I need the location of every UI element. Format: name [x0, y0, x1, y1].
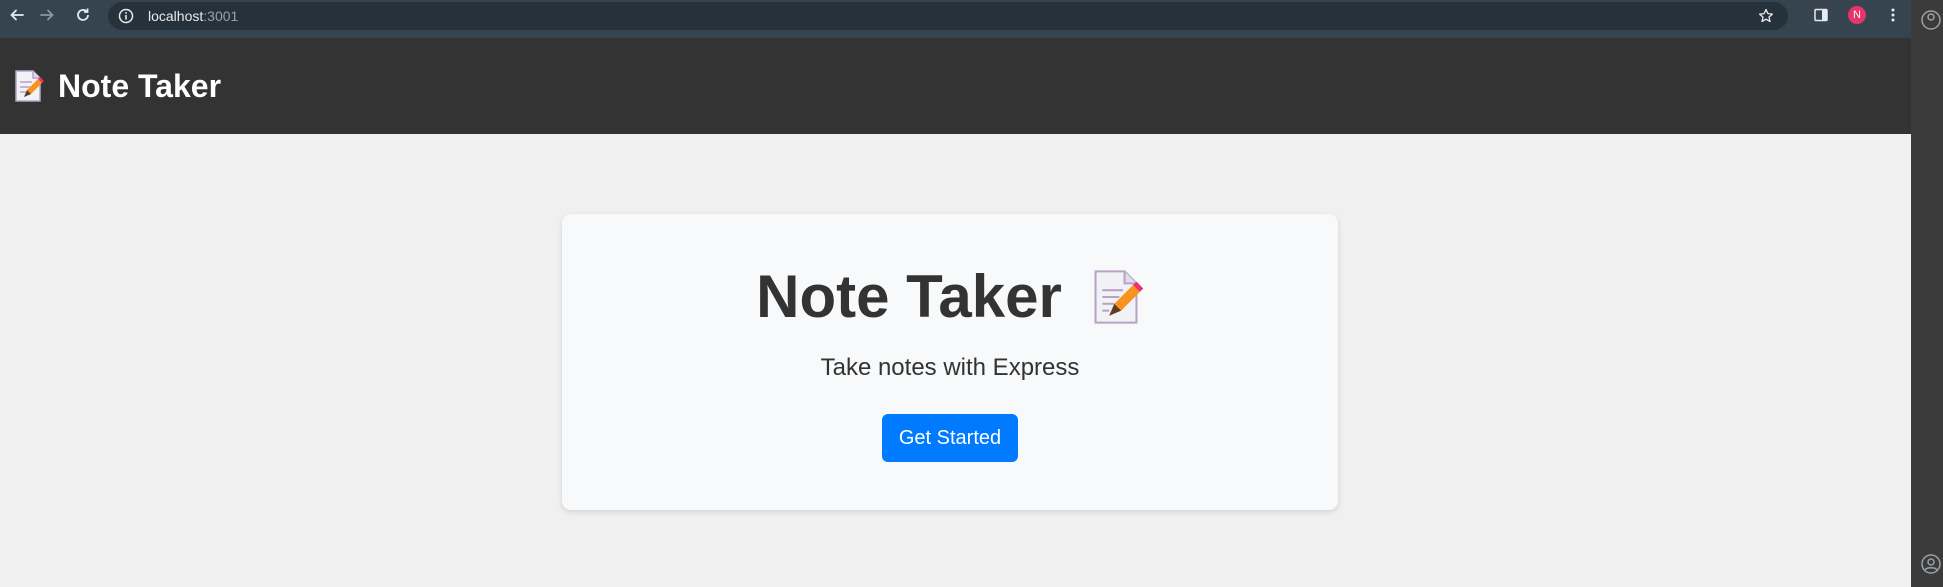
- arrow-left-icon: [10, 9, 24, 21]
- kebab-menu-icon: [1891, 8, 1895, 22]
- app-header: Note Taker: [0, 38, 1911, 134]
- side-panel-button[interactable]: [1803, 1, 1839, 29]
- avatar: N: [1848, 6, 1866, 24]
- app-title[interactable]: Note Taker: [58, 68, 221, 105]
- main-content: Note Taker Take notes with Express Get S…: [0, 134, 1911, 587]
- memo-icon: [15, 70, 44, 102]
- url-host: localhost: [148, 8, 204, 24]
- address-bar[interactable]: localhost:3001: [108, 2, 1788, 30]
- reload-icon: [77, 8, 89, 21]
- menu-button[interactable]: [1875, 1, 1911, 29]
- account-icon[interactable]: [1919, 552, 1943, 576]
- profile-button[interactable]: N: [1839, 1, 1875, 29]
- hero-subtitle: Take notes with Express: [820, 354, 1080, 381]
- browser-toolbar: localhost:3001 N: [0, 0, 1911, 38]
- hero-title: Note Taker: [756, 263, 1062, 330]
- memo-icon: [1094, 269, 1144, 324]
- profile-activity-icon[interactable]: [1919, 8, 1943, 32]
- back-button[interactable]: [0, 0, 34, 30]
- reload-button[interactable]: [66, 0, 100, 30]
- url-port: :3001: [203, 8, 239, 24]
- hero-card: Note Taker Take notes with Express Get S…: [562, 214, 1338, 510]
- get-started-button[interactable]: Get Started: [882, 414, 1018, 462]
- side-strip: [1911, 0, 1943, 587]
- forward-button[interactable]: [30, 0, 64, 30]
- arrow-right-icon: [40, 9, 54, 21]
- toolbar-right: N: [1803, 0, 1911, 30]
- hero-title-row: Note Taker: [562, 262, 1338, 331]
- info-circle-icon[interactable]: [118, 8, 134, 24]
- side-panel-icon: [1814, 8, 1828, 22]
- url-text[interactable]: localhost:3001: [148, 8, 238, 24]
- star-icon[interactable]: [1758, 8, 1774, 24]
